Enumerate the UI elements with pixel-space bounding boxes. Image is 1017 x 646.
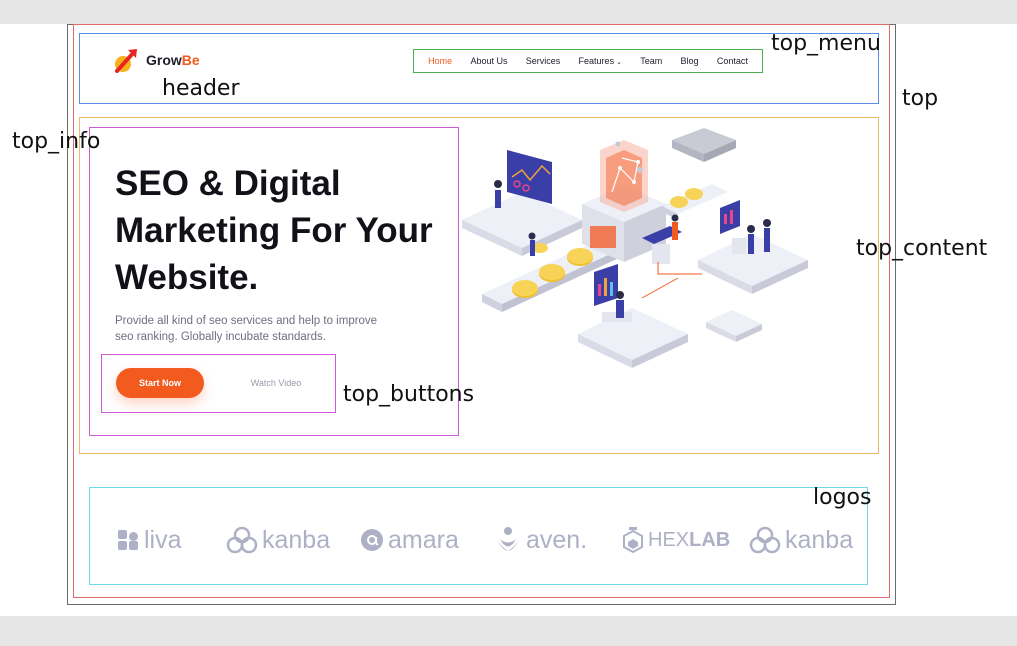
annotation-top: top [902, 86, 939, 111]
leaf-icon [496, 527, 520, 551]
annotation-top-info: top_info [12, 129, 101, 154]
annotation-logos: logos [813, 485, 872, 510]
menu-item-about-us[interactable]: About Us [470, 56, 507, 66]
annotation-top-buttons: top_buttons [343, 382, 475, 407]
annotation-top-menu: top_menu [771, 31, 881, 56]
menu-item-home[interactable]: Home [428, 56, 452, 66]
logo-aven[interactable]: aven. [494, 520, 587, 560]
menu-item-services[interactable]: Services [526, 56, 561, 66]
menu-item-features[interactable]: Features ⌄ [579, 56, 622, 66]
logo-liva[interactable]: liva [116, 520, 182, 560]
brand-logo[interactable]: GrowBe [114, 47, 200, 73]
bottom-gray-band [0, 616, 1017, 646]
start-now-button[interactable]: Start Now [116, 368, 204, 398]
logo-text: amara [388, 525, 459, 554]
chevron-down-icon: ⌄ [616, 59, 622, 66]
annotation-top-content: top_content [856, 236, 988, 261]
hero-title-line: SEO & Digital [115, 164, 341, 203]
annotation-header: header [162, 76, 240, 101]
logo-hexlab[interactable]: HEXLAB [622, 520, 730, 560]
at-circle-icon [361, 529, 383, 551]
top-gray-band [0, 0, 1017, 24]
top-menu: Home About Us Services Features ⌄ Team Bl… [413, 49, 763, 73]
brand-name: GrowBe [146, 52, 200, 68]
logo-kanba[interactable]: kanba [226, 520, 330, 560]
rocket-arrow-logo-icon [115, 49, 137, 73]
logo-amara[interactable]: amara [360, 520, 459, 560]
logo-text: kanba [785, 525, 854, 554]
hero-title: SEO & Digital Marketing For Your Website… [115, 160, 465, 301]
logo-text: HEXLAB [648, 528, 731, 551]
menu-item-features-label: Features [578, 56, 615, 66]
hero-title-line: Website. [115, 258, 259, 297]
flask-hexagon-icon [623, 527, 643, 554]
trefoil-icon [226, 526, 258, 554]
hero-description-line: seo ranking. Globally incubate standards… [115, 331, 326, 343]
watch-video-button[interactable]: Watch Video [220, 368, 332, 398]
trefoil-icon [749, 526, 781, 554]
puzzle-icon [118, 530, 138, 550]
hero-description-line: Provide all kind of seo services and hel… [115, 315, 378, 327]
logo-text: kanba [262, 525, 331, 554]
menu-item-team[interactable]: Team [640, 56, 662, 66]
menu-item-blog[interactable]: Blog [681, 56, 699, 66]
hero-description: Provide all kind of seo services and hel… [115, 313, 425, 345]
menu-item-contact[interactable]: Contact [717, 56, 748, 66]
logo-text: aven. [526, 525, 588, 554]
hero-title-line: Marketing For Your [115, 211, 433, 250]
isometric-seo-marketing-illustration [462, 128, 808, 368]
logo-text: liva [144, 525, 182, 554]
logo-kanba-2[interactable]: kanba [749, 520, 853, 560]
